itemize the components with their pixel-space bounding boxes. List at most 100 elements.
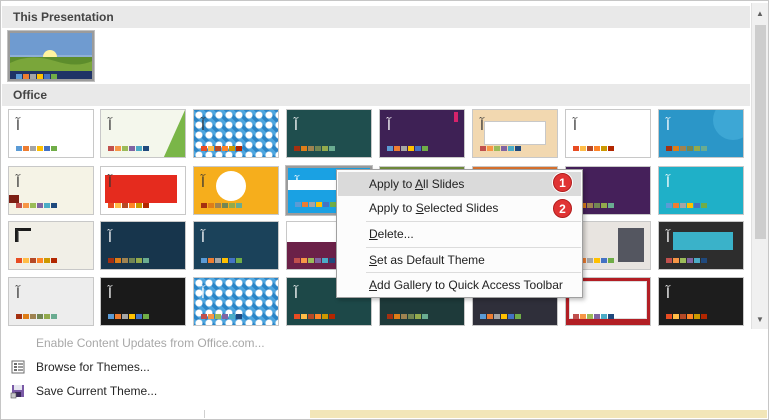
color-swatch <box>215 146 221 151</box>
menu-item-label: Apply to Selected Slides <box>369 201 499 215</box>
color-swatch <box>315 314 321 319</box>
theme-thumb[interactable]: آ <box>100 221 186 270</box>
color-swatch <box>122 146 128 151</box>
color-swatch <box>387 314 393 319</box>
color-swatch <box>108 203 114 208</box>
color-swatch <box>115 146 121 151</box>
color-swatch <box>236 258 242 263</box>
scrollbar-thumb[interactable] <box>755 25 766 239</box>
scroll-up-icon[interactable]: ▲ <box>752 5 768 21</box>
gallery-footer: Enable Content Updates from Office.com..… <box>2 331 768 419</box>
color-swatch <box>594 258 600 263</box>
scroll-down-icon[interactable]: ▼ <box>752 311 768 327</box>
color-swatch <box>30 314 36 319</box>
color-swatch <box>51 146 57 151</box>
browse-for-themes-item[interactable]: Browse for Themes... <box>2 356 202 378</box>
theme-color-swatches <box>108 203 149 208</box>
apply-to-selected-slides-item[interactable]: Apply to Selected Slides <box>338 196 581 220</box>
theme-title-glyph: آ <box>666 230 670 246</box>
theme-thumb[interactable]: آ <box>379 109 465 158</box>
color-swatch <box>666 258 672 263</box>
delete-theme-item[interactable]: Delete... <box>338 222 581 246</box>
color-swatch <box>315 258 321 263</box>
theme-color-swatches <box>16 146 57 151</box>
theme-title-glyph: آ <box>16 118 20 134</box>
theme-thumb[interactable]: آ <box>193 166 279 215</box>
theme-color-swatches <box>666 314 707 319</box>
color-swatch <box>215 258 221 263</box>
color-swatch <box>401 314 407 319</box>
color-swatch <box>308 146 314 151</box>
color-swatch <box>37 314 43 319</box>
theme-thumb[interactable]: آ <box>100 109 186 158</box>
theme-thumb[interactable]: آ <box>8 109 94 158</box>
color-swatch <box>480 146 486 151</box>
color-swatch <box>44 203 50 208</box>
color-swatch <box>587 203 593 208</box>
theme-color-swatches <box>666 258 707 263</box>
theme-accent-shape <box>485 122 545 144</box>
color-swatch <box>694 258 700 263</box>
current-theme-image <box>10 33 92 79</box>
color-swatch <box>143 203 149 208</box>
theme-thumb[interactable]: آ <box>193 277 279 326</box>
color-swatch <box>23 146 29 151</box>
step-badge-2: 2 <box>553 199 572 218</box>
color-swatch <box>115 258 121 263</box>
theme-title-glyph: آ <box>16 286 20 302</box>
color-swatch <box>415 146 421 151</box>
color-swatch <box>315 146 321 151</box>
color-swatch <box>294 258 300 263</box>
theme-color-swatches <box>108 314 149 319</box>
add-gallery-to-qat-item[interactable]: Add Gallery to Quick Access Toolbar <box>338 273 581 297</box>
theme-thumb[interactable]: آ <box>8 166 94 215</box>
color-swatch <box>136 258 142 263</box>
color-swatch <box>666 314 672 319</box>
theme-gallery-dropdown: This Presentation Office آ آ آ آ آ آ آ آ آ آ آ آ آ آ آ… <box>0 0 769 420</box>
theme-title-glyph: آ <box>666 286 670 302</box>
theme-thumb[interactable]: آ <box>8 277 94 326</box>
color-swatch <box>680 146 686 151</box>
color-swatch <box>673 258 679 263</box>
color-swatch <box>680 258 686 263</box>
color-swatch <box>136 146 142 151</box>
color-swatch <box>30 146 36 151</box>
set-as-default-theme-item[interactable]: Set as Default Theme <box>338 248 581 272</box>
color-swatch <box>601 314 607 319</box>
save-current-theme-item[interactable]: Save Current Theme... <box>2 380 202 402</box>
color-swatch <box>694 314 700 319</box>
theme-thumb[interactable]: آ <box>193 221 279 270</box>
apply-to-all-slides-item[interactable]: Apply to All Slides <box>338 172 581 196</box>
theme-thumb[interactable]: آ <box>286 109 372 158</box>
theme-thumb[interactable]: آ <box>100 277 186 326</box>
color-swatch <box>136 314 142 319</box>
color-swatch <box>30 203 36 208</box>
color-swatch <box>508 146 514 151</box>
theme-thumb[interactable]: آ <box>565 109 651 158</box>
color-swatch <box>608 203 614 208</box>
theme-thumb[interactable]: آ <box>658 166 744 215</box>
color-swatch <box>222 258 228 263</box>
color-swatch <box>673 314 679 319</box>
gallery-scrollbar[interactable]: ▲ ▼ <box>751 3 768 329</box>
enable-content-updates-item: Enable Content Updates from Office.com..… <box>36 336 265 350</box>
color-swatch <box>308 258 314 263</box>
theme-thumb[interactable]: آ <box>658 221 744 270</box>
window-edge <box>204 410 205 418</box>
theme-thumb[interactable]: آ <box>100 166 186 215</box>
theme-thumb[interactable]: آ <box>8 221 94 270</box>
theme-accent-shape <box>216 171 246 201</box>
theme-thumb[interactable]: آ <box>658 109 744 158</box>
color-swatch <box>122 203 128 208</box>
theme-color-swatches <box>16 203 57 208</box>
theme-thumb-current[interactable] <box>7 30 95 82</box>
color-swatch <box>701 258 707 263</box>
color-swatch <box>51 203 57 208</box>
color-swatch <box>608 146 614 151</box>
color-swatch <box>129 258 135 263</box>
theme-thumb[interactable]: آ <box>658 277 744 326</box>
theme-thumb[interactable]: آ <box>472 109 558 158</box>
theme-title-glyph: آ <box>201 175 205 191</box>
color-swatch <box>44 258 50 263</box>
theme-thumb[interactable]: آ <box>193 109 279 158</box>
